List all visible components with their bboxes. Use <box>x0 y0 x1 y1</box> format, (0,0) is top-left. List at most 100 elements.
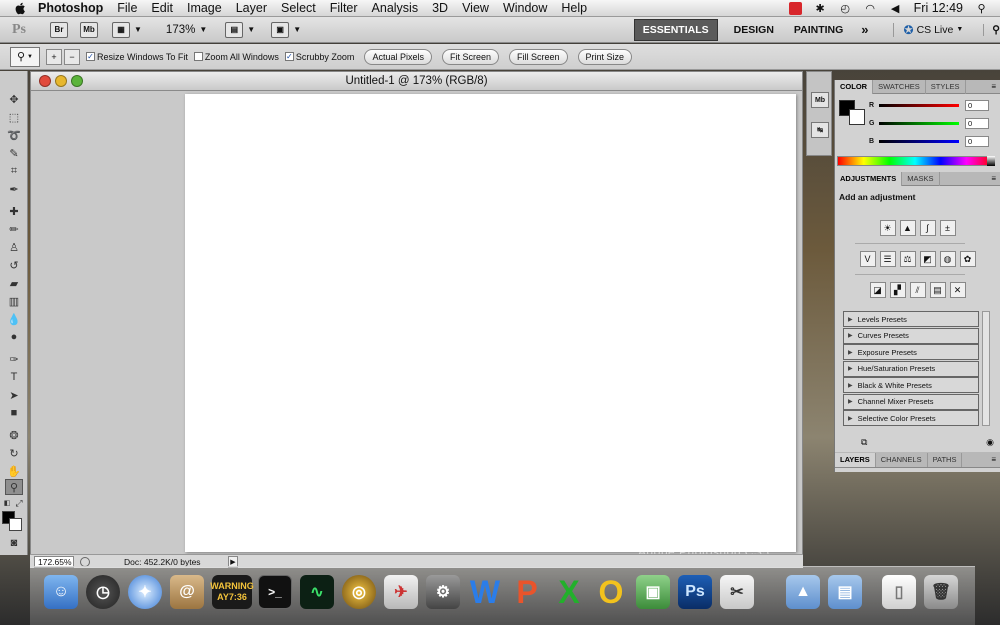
apple-icon[interactable] <box>14 1 28 15</box>
safari-icon[interactable]: ✦ <box>128 575 162 609</box>
menu-layer[interactable]: Layer <box>236 1 267 15</box>
path-selection-tool-icon[interactable]: ➤ <box>5 387 23 403</box>
menu-app-name[interactable]: Photoshop <box>38 1 103 15</box>
swap-colors-icon[interactable]: ⤢ <box>13 495 25 511</box>
menu-select[interactable]: Select <box>281 1 316 15</box>
menu-help[interactable]: Help <box>561 1 587 15</box>
launch-minibridge-button[interactable]: Mb <box>80 21 98 38</box>
zoom-out-icon[interactable]: − <box>64 48 80 65</box>
zoom-all-windows-checkbox[interactable]: Zoom All Windows <box>193 52 279 62</box>
3d-orbit-tool-icon[interactable]: ↻ <box>5 445 23 461</box>
wifi-icon[interactable]: ◠ <box>864 2 877 15</box>
quick-selection-tool-icon[interactable]: ✎ <box>5 145 23 161</box>
history-brush-tool-icon[interactable]: ↺ <box>5 257 23 273</box>
photoshop-dock-icon[interactable]: Ps <box>678 575 712 609</box>
preset-selective-color[interactable]: ▶ Selective Color Presets <box>843 410 979 426</box>
fill-screen-button[interactable]: Fill Screen <box>508 48 568 65</box>
tab-adjustments[interactable]: ADJUSTMENTS <box>835 171 903 186</box>
panel-menu-icon[interactable]: ≡ <box>991 174 996 183</box>
scrubby-zoom-checkbox[interactable]: ✓ Scrubby Zoom <box>284 52 354 62</box>
invert-icon[interactable]: ◪ <box>869 282 886 298</box>
red-value-input[interactable]: 0 <box>965 99 989 111</box>
brightness-contrast-icon[interactable]: ☀ <box>879 220 896 236</box>
hand-tool-icon[interactable]: ✋ <box>5 463 23 479</box>
tab-swatches[interactable]: SWATCHES <box>873 79 926 94</box>
preset-hue-saturation[interactable]: ▶ Hue/Saturation Presets <box>843 360 979 377</box>
workspace-essentials[interactable]: ESSENTIALS <box>633 18 718 41</box>
eyedropper-tool-icon[interactable]: ✒ <box>5 181 23 197</box>
preset-black-white[interactable]: ▶ Black & White Presets <box>843 377 979 393</box>
bluetooth-icon[interactable]: ✱ <box>814 2 827 15</box>
arrange-documents-dropdown[interactable]: ▤ ▼ <box>225 21 255 38</box>
address-book-icon[interactable]: @ <box>170 575 204 609</box>
new-adjustment-layer-icon[interactable]: ◉ <box>986 437 994 448</box>
clip-to-layer-icon[interactable]: ⧉ <box>861 437 867 448</box>
preset-channel-mixer[interactable]: ▶ Channel Mixer Presets <box>843 393 979 410</box>
document-title-bar[interactable]: Untitled-1 @ 173% (RGB/8) <box>31 72 802 91</box>
system-preferences-map-icon[interactable]: ✈ <box>384 575 418 609</box>
dashboard-icon[interactable]: ◷ <box>86 575 120 609</box>
print-size-button[interactable]: Print Size <box>577 48 633 65</box>
pen-tool-icon[interactable]: ✑ <box>5 351 23 367</box>
grab-icon[interactable]: ✂ <box>720 575 754 609</box>
black-white-icon[interactable]: ◩ <box>919 251 936 267</box>
green-slider-track[interactable] <box>879 121 959 125</box>
document-canvas[interactable] <box>185 94 796 552</box>
brush-tool-icon[interactable]: ✏ <box>5 221 23 237</box>
crop-tool-icon[interactable]: ⌗ <box>5 163 23 179</box>
color-spectrum-ramp[interactable] <box>837 156 993 166</box>
preset-levels[interactable]: ▶ Levels Presets <box>843 311 979 327</box>
actual-pixels-button[interactable]: Actual Pixels <box>364 48 432 65</box>
trash-icon[interactable]: 🗑 <box>924 575 958 609</box>
more-workspaces-button[interactable]: » <box>861 22 868 37</box>
finder-icon[interactable]: ☺ <box>44 575 78 609</box>
menu-clock[interactable]: Fri 12:49 <box>914 1 963 15</box>
menu-view[interactable]: View <box>462 1 489 15</box>
selective-color-icon[interactable]: ✕ <box>949 282 966 298</box>
view-extras-dropdown[interactable]: ▦ ▼ <box>112 21 142 38</box>
green-value-input[interactable]: 0 <box>965 117 989 129</box>
launch-bridge-button[interactable]: Br <box>50 21 68 38</box>
close-button[interactable] <box>39 75 51 87</box>
panel-menu-icon[interactable]: ≡ <box>991 455 996 464</box>
red-slider[interactable]: R 0 <box>869 98 997 112</box>
menu-file[interactable]: File <box>117 1 137 15</box>
exposure-icon[interactable]: ± <box>939 220 956 236</box>
blue-slider[interactable]: B 0 <box>869 134 997 148</box>
tool-preset-picker[interactable]: ⚲ ▼ <box>10 46 40 67</box>
presets-scrollbar[interactable] <box>982 311 990 426</box>
zoom-in-icon[interactable]: + <box>46 48 62 65</box>
type-tool-icon[interactable]: T <box>5 369 23 385</box>
powerpoint-icon[interactable]: P <box>510 574 544 610</box>
console-icon[interactable]: WARNING AY7:36 <box>210 575 254 609</box>
color-balance-icon[interactable]: ⚖ <box>899 251 916 267</box>
blue-slider-track[interactable] <box>879 139 959 143</box>
applications-folder-icon[interactable]: ▲ <box>786 575 820 609</box>
healing-brush-tool-icon[interactable]: ✚ <box>5 203 23 219</box>
excel-icon[interactable]: X <box>552 574 586 610</box>
marquee-tool-icon[interactable]: ⬚ <box>5 109 23 125</box>
document-stack-icon[interactable]: ▯ <box>882 575 916 609</box>
panel-background-swatch[interactable] <box>849 109 865 125</box>
tab-masks[interactable]: MASKS <box>902 171 940 186</box>
tab-channels[interactable]: CHANNELS <box>876 452 928 467</box>
tab-paths[interactable]: PATHS <box>928 452 963 467</box>
menu-image[interactable]: Image <box>187 1 222 15</box>
blue-value-input[interactable]: 0 <box>965 135 989 147</box>
red-slider-track[interactable] <box>879 103 959 107</box>
search-icon[interactable]: ⚲ <box>983 23 1000 36</box>
clone-stamp-tool-icon[interactable]: ♙ <box>5 239 23 255</box>
disk-utility-icon[interactable]: ◎ <box>342 575 376 609</box>
preset-exposure[interactable]: ▶ Exposure Presets <box>843 344 979 360</box>
gradient-map-icon[interactable]: ▤ <box>929 282 946 298</box>
3d-rotate-tool-icon[interactable]: ❂ <box>5 427 23 443</box>
move-tool-icon[interactable]: ✥ <box>5 91 23 107</box>
workspace-design[interactable]: DESIGN <box>724 24 784 36</box>
menu-3d[interactable]: 3D <box>432 1 448 15</box>
menu-analysis[interactable]: Analysis <box>372 1 419 15</box>
terminal-icon[interactable]: >_ <box>258 575 292 609</box>
minibridge-panel-icon[interactable]: Mb <box>811 92 829 108</box>
time-machine-icon[interactable]: ◴ <box>839 2 852 15</box>
blur-tool-icon[interactable]: 💧 <box>5 311 23 327</box>
background-color-swatch[interactable] <box>9 518 22 531</box>
